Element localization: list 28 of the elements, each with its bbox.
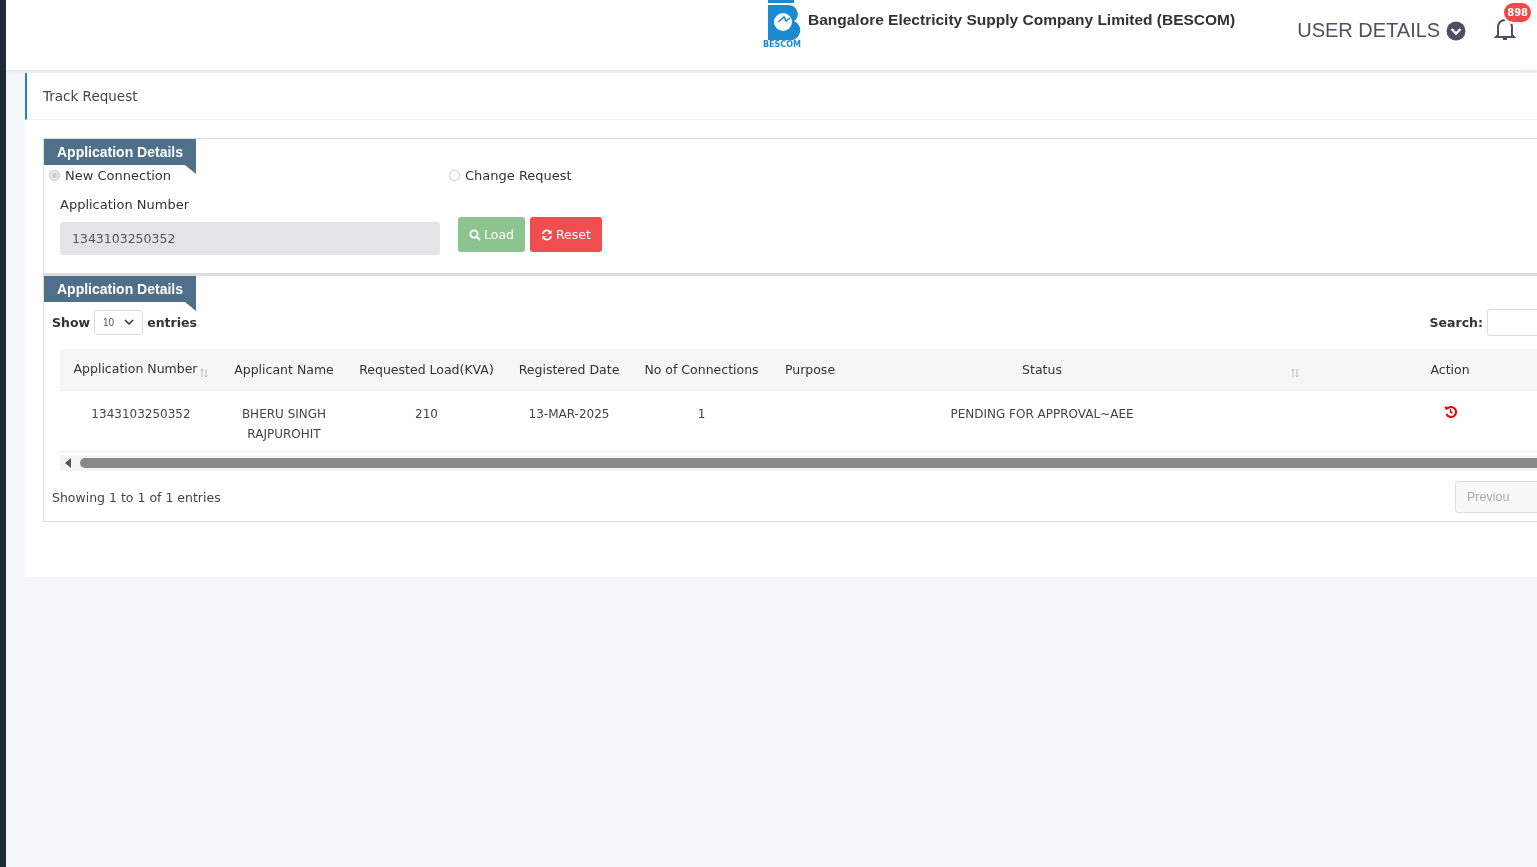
table-cell: 1343103250352 [91, 407, 191, 421]
column-header[interactable]: Status [1022, 362, 1062, 377]
column-header[interactable]: No of Connections [644, 362, 759, 377]
radio-option[interactable]: Change Request [449, 168, 849, 183]
table-cell: 13-MAR-2025 [528, 407, 610, 421]
logo-caption: BESCOM [763, 40, 801, 49]
table-cell: PENDING FOR APPROVAL~AEE [950, 407, 1134, 421]
column-header[interactable]: Registered Date [518, 362, 620, 377]
column-header[interactable]: Purpose [784, 362, 836, 377]
entries-label: entries [147, 315, 197, 330]
reset-button[interactable]: Reset [530, 217, 602, 252]
company-name: Bangalore Electricity Supply Company Limited (BESCOM) [808, 11, 1236, 30]
page-size-select[interactable]: 10 [94, 310, 144, 335]
user-details-menu[interactable]: USER DETAILS [1297, 19, 1467, 42]
column-header[interactable]: Action [1430, 362, 1470, 377]
table-cell: 210 [415, 407, 438, 421]
application-number-field[interactable]: 1343103250352 [60, 222, 440, 255]
table-cell: 1 [697, 407, 706, 421]
notification-badge: 898 [1502, 1, 1534, 24]
search-label: Search: [1429, 315, 1483, 330]
column-header[interactable]: Applicant Name [234, 362, 334, 377]
table-cell: BHERU SINGH RAJPUROHIT [241, 407, 327, 441]
field-label: Application Number [60, 197, 190, 212]
column-header[interactable]: Application Number [73, 361, 198, 376]
table-info: Showing 1 to 1 of 1 entries [52, 489, 221, 505]
column-header[interactable]: Requested Load(KVA) [359, 362, 494, 377]
page-title: Track Request [43, 88, 138, 104]
show-label: Show [52, 315, 91, 330]
